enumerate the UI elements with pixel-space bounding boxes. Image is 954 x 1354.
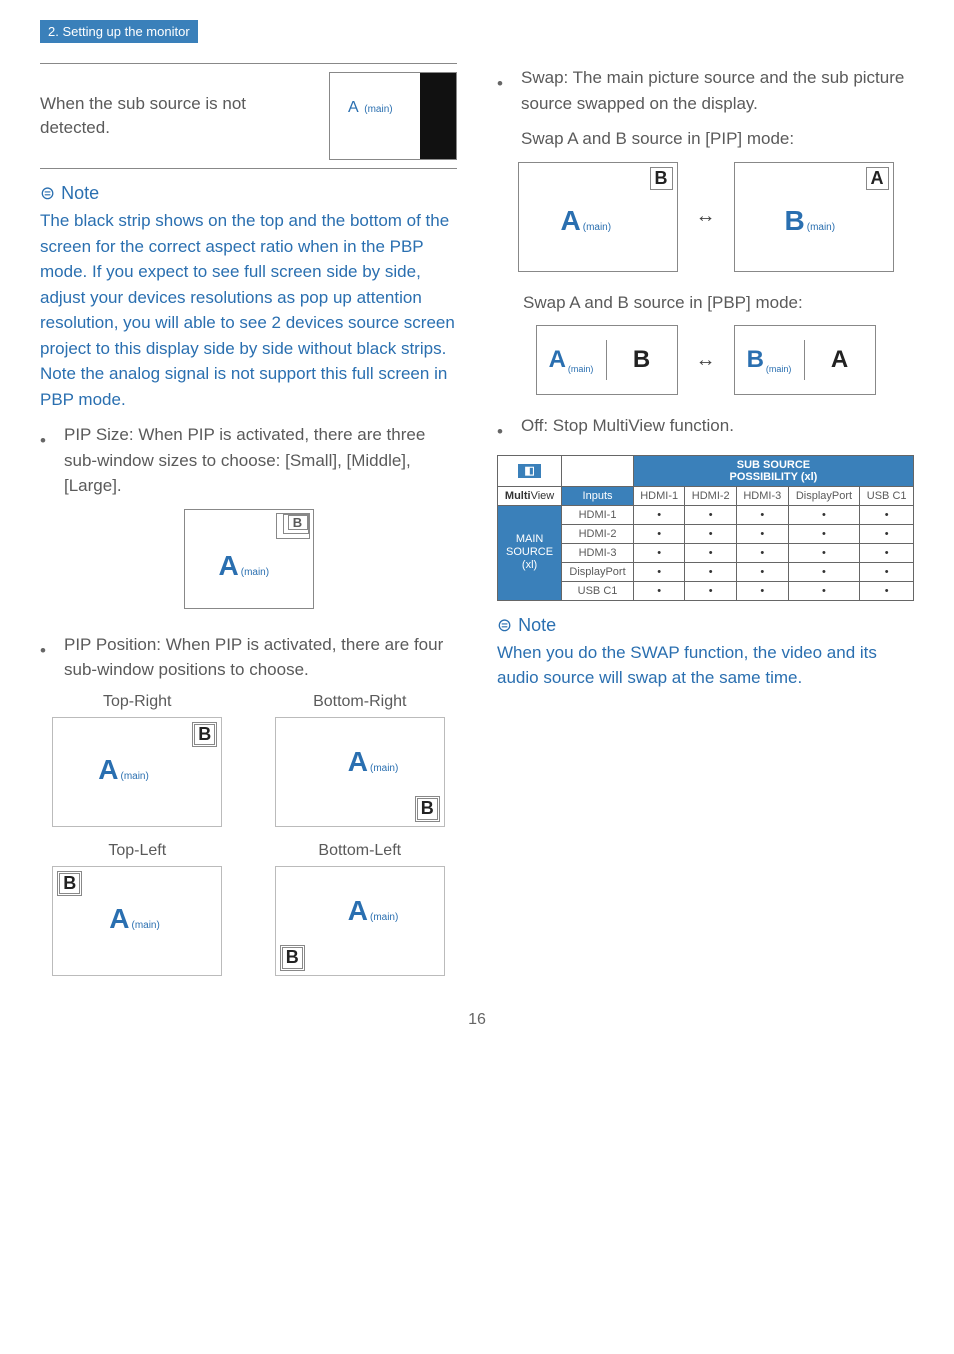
note-icon: ⊜ [40,183,55,204]
a-label: A [98,754,118,786]
main-suffix: (main) [583,222,611,233]
off-text: Off: Stop MultiView function. [521,413,914,445]
b-label: B [288,515,308,530]
multiview-compatibility-table: ◧ SUB SOURCE POSSIBILITY (xl) MultiView … [497,455,914,601]
b-box: B [57,871,82,897]
pos-top-right-label: Top-Right [40,693,235,711]
swap-text: Swap: The main picture source and the su… [521,65,914,116]
row-label: HDMI-2 [562,524,634,543]
multiview-label: MultiView [498,486,562,505]
col-header: USB C1 [860,486,914,505]
col-header: DisplayPort [788,486,860,505]
a-label: A [561,205,581,237]
main-suffix: (main) [364,104,392,115]
a-label: A [348,746,368,778]
swap-arrow-icon: ↔ [696,349,716,372]
note-label: Note [61,183,99,204]
b-label: B [747,346,764,374]
main-suffix: (main) [370,763,398,774]
divider [40,168,457,169]
left-column: When the sub source is not detected. A (… [40,55,457,981]
swap-pbp-figure: A(main) B ↔ B(main) A [497,325,914,395]
a-label: A [109,903,129,935]
right-column: • Swap: The main picture source and the … [497,55,914,981]
main-suffix: (main) [766,364,792,374]
a-label: A [348,99,358,116]
a-label: A [805,340,875,380]
b-box: B [280,945,305,971]
row-label: USB C1 [562,581,634,600]
b-label: B [607,340,677,380]
row-label: HDMI-1 [562,505,634,524]
note-icon: ⊜ [497,615,512,636]
col-header: HDMI-2 [685,486,737,505]
chapter-tab: 2. Setting up the monitor [40,20,198,43]
pos-top-left-label: Top-Left [40,842,235,860]
row-label: DisplayPort [562,562,634,581]
sub-not-detected-figure: A (main) [329,72,457,160]
main-suffix: (main) [568,364,594,374]
main-suffix: (main) [131,920,159,931]
inputs-label: Inputs [562,486,634,505]
col-header: HDMI-3 [737,486,789,505]
col-header: HDMI-1 [633,486,685,505]
b-box: B [415,796,440,822]
main-source-label: MAINSOURCE(xl) [498,505,562,600]
a-label: A [219,550,239,582]
b-box: B [192,722,217,748]
main-suffix: (main) [370,912,398,923]
note-body: The black strip shows on the top and the… [40,208,457,412]
b-box: B [650,167,673,191]
pip-size-text: PIP Size: When PIP is activated, there a… [64,422,457,499]
pos-bottom-right-label: Bottom-Right [263,693,458,711]
swap-pip-figure: A(main) B ↔ B(main) A [497,162,914,272]
a-box: A [866,167,889,191]
sub-source-header: SUB SOURCE POSSIBILITY (xl) [633,455,913,486]
a-label: A [549,346,566,374]
a-label: A [348,895,368,927]
bullet-icon: • [497,413,507,445]
bullet-icon: • [40,422,50,499]
main-suffix: (main) [807,222,835,233]
swap-pbp-caption: Swap A and B source in [PBP] mode: [497,290,914,316]
pip-position-text: PIP Position: When PIP is activated, the… [64,632,457,683]
bullet-icon: • [40,632,50,683]
note-body: When you do the SWAP function, the video… [497,640,914,691]
pip-position-grid: Top-Right A(main) B Bottom-Right A(main)… [40,693,457,981]
bullet-icon: • [497,65,507,152]
swap-pip-caption: Swap A and B source in [PIP] mode: [521,126,914,152]
main-suffix: (main) [120,771,148,782]
b-label: B [785,205,805,237]
main-suffix: (main) [241,567,269,578]
swap-arrow-icon: ↔ [696,205,716,228]
row-label: HDMI-3 [562,543,634,562]
page-number: 16 [40,1011,914,1029]
pip-size-figure: A (main) B [40,509,457,614]
sub-not-detected-text: When the sub source is not detected. [40,92,309,140]
divider [40,63,457,64]
note-label: Note [518,615,556,636]
pos-bottom-left-label: Bottom-Left [263,842,458,860]
